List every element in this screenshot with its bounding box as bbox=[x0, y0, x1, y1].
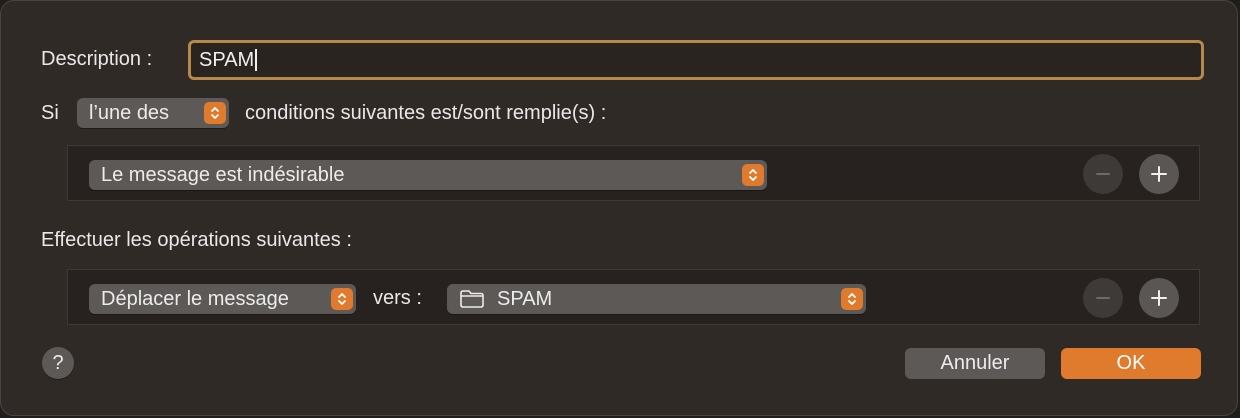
target-mailbox-value: SPAM bbox=[497, 287, 553, 310]
action-type-value: Déplacer le message bbox=[101, 287, 289, 310]
ok-button[interactable]: OK bbox=[1061, 348, 1201, 379]
condition-row: Le message est indésirable bbox=[67, 145, 1200, 201]
chevron-updown-icon bbox=[742, 164, 764, 186]
action-type-popup[interactable]: Déplacer le message bbox=[89, 284, 356, 314]
cancel-button-label: Annuler bbox=[940, 352, 1010, 374]
condition-field-popup[interactable]: Le message est indésirable bbox=[89, 160, 767, 190]
rule-editor-dialog: Description : SPAM Si l’une des conditio… bbox=[0, 0, 1238, 416]
action-connector-label: vers : bbox=[373, 287, 422, 309]
chevron-updown-icon bbox=[331, 288, 353, 310]
action-row: Déplacer le message vers : SPAM bbox=[67, 269, 1200, 325]
condition-field-value: Le message est indésirable bbox=[101, 163, 345, 186]
help-button[interactable]: ? bbox=[42, 347, 74, 379]
minus-icon bbox=[1096, 173, 1110, 175]
description-input[interactable]: SPAM bbox=[188, 40, 1204, 80]
plus-icon bbox=[1151, 290, 1167, 306]
add-condition-button[interactable] bbox=[1139, 154, 1179, 194]
match-selector-value: l’une des bbox=[89, 101, 170, 124]
target-mailbox-popup[interactable]: SPAM bbox=[447, 284, 866, 314]
folder-icon bbox=[460, 290, 484, 308]
cancel-button[interactable]: Annuler bbox=[905, 348, 1045, 379]
match-selector-popup[interactable]: l’une des bbox=[77, 98, 229, 128]
description-label: Description : bbox=[41, 48, 153, 70]
remove-condition-button[interactable] bbox=[1083, 154, 1123, 194]
help-icon: ? bbox=[52, 351, 64, 374]
condition-prefix-label: Si bbox=[41, 102, 59, 124]
chevron-updown-icon bbox=[841, 288, 863, 310]
plus-icon bbox=[1151, 166, 1167, 182]
chevron-updown-icon bbox=[204, 102, 226, 124]
condition-suffix-label: conditions suivantes est/sont remplie(s)… bbox=[245, 102, 607, 124]
text-caret bbox=[255, 49, 258, 71]
actions-header-label: Effectuer les opérations suivantes : bbox=[41, 229, 352, 251]
ok-button-label: OK bbox=[1116, 352, 1146, 374]
add-action-button[interactable] bbox=[1139, 278, 1179, 318]
remove-action-button[interactable] bbox=[1083, 278, 1123, 318]
minus-icon bbox=[1096, 297, 1110, 299]
description-value: SPAM bbox=[199, 48, 255, 71]
